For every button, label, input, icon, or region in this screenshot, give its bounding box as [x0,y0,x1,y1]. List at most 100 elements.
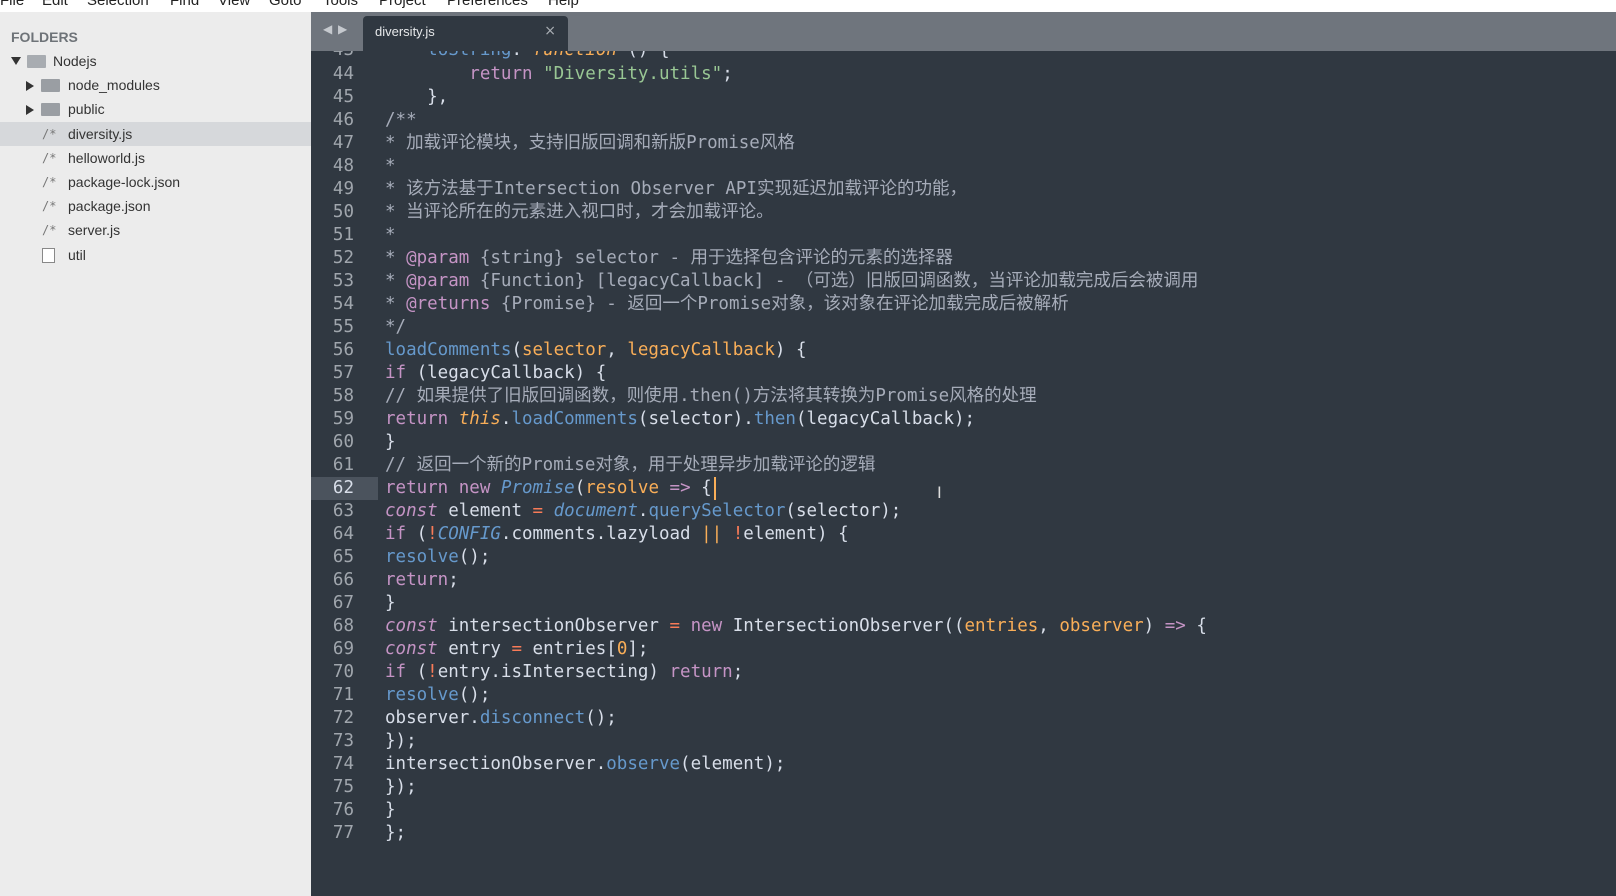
code-line: if (!entry.isIntersecting) return; [385,661,743,684]
folders-header: FOLDERS [11,29,78,45]
menu-project[interactable]: Project [379,0,426,9]
line-number: 45 [332,86,354,107]
code-token: (selector); [785,501,902,522]
line-number: 55 [332,316,354,337]
sidebar-item-package-json[interactable]: /* package.json [0,194,311,218]
line-number: 58 [332,385,354,406]
tab-nav-left-icon[interactable]: ◀ [323,22,332,36]
js-file-icon: /* [42,223,57,238]
code-token: new [458,478,491,499]
item-label: node_modules [68,77,160,94]
menu-selection[interactable]: Selection [87,0,149,9]
code-token: entries [964,616,1039,637]
sidebar-item-public[interactable]: public [0,97,311,121]
collapsed-arrow-icon[interactable] [26,81,34,92]
code-line: } [385,592,396,615]
sidebar-item-diversity-js[interactable]: /* diversity.js [0,121,311,146]
code-token: 0 [616,639,628,660]
code-line: return; [385,569,459,592]
tab-diversity-js[interactable]: diversity.js × [363,16,568,51]
code-token: * 当评论所在的元素进入视口时，才会加载评论。 [385,201,774,222]
line-number: 46 [332,109,354,130]
menu-goto[interactable]: Goto [269,0,302,9]
menu-find[interactable]: Find [170,0,199,9]
expand-arrow-icon[interactable] [11,57,21,65]
code-token: // 如果提供了旧版回调函数，则使用.then()方法将其转换为Promise风… [385,385,1037,406]
code-line: const element = document.querySelector(s… [385,500,901,523]
line-number: 56 [332,339,354,360]
menu-preferences[interactable]: Preferences [447,0,528,9]
code-token: // 返回一个新的Promise对象，用于处理异步加载评论的逻辑 [385,455,876,475]
code-token: . [500,408,512,429]
tab-label: diversity.js [375,24,435,39]
code-token: observe [606,754,681,775]
js-file-icon: /* [42,126,57,141]
line-number: 43 [311,51,381,62]
code-token: ; [448,570,459,591]
code-token: entry [437,639,512,660]
code-token: @returns [406,293,491,314]
code-token: } [385,593,396,614]
item-label: public [68,101,105,118]
line-number: 61 [332,455,354,475]
code-line: toString: function () { [385,51,669,62]
folder-open-icon [27,55,46,68]
code-token: disconnect [479,708,586,729]
code-token: @param [406,247,470,268]
code-token: IntersectionObserver(( [722,616,965,637]
code-token: if [385,524,407,545]
sidebar-item-server-js[interactable]: /* server.js [0,218,311,242]
sidebar-item-package-lock-json[interactable]: /* package-lock.json [0,170,311,194]
menu-file[interactable]: File [0,0,24,9]
line-number: 54 [332,293,354,314]
item-label: util [68,246,86,263]
line-number: 51 [332,224,354,245]
code-token: this [458,408,501,429]
sidebar-item-node-modules[interactable]: node_modules [0,73,311,97]
code-token: */ [385,316,407,337]
sidebar-item-nodejs[interactable]: Nodejs [0,49,311,73]
code-token: CONFIG [437,524,501,545]
code-token: entries[ [522,639,617,660]
code-line: * 当评论所在的元素进入视口时，才会加载评论。 [385,201,774,224]
collapsed-arrow-icon[interactable] [26,105,34,116]
menu-help[interactable]: Help [548,0,579,9]
line-number: 77 [332,823,354,844]
code-token: observer [1059,616,1144,637]
sidebar-item-helloworld-js[interactable]: /* helloworld.js [0,146,311,170]
code-token: ; [722,63,733,84]
code-token: * [385,224,396,245]
code-token: entry.isIntersecting) [437,662,670,683]
line-number: 62 [311,477,378,501]
code-token: .comments.lazyload [500,524,702,545]
tab-bar: ◀ ▶ diversity.js × [311,12,1616,51]
code-token: return [669,662,733,683]
line-number: 68 [332,616,354,637]
sidebar: FOLDERS Nodejs node_modulespublic /* divers… [0,12,311,896]
code-token: ( [511,339,522,360]
code-token: intersectionObserver [437,616,670,637]
code-token: resolve [385,547,459,568]
menu-tools[interactable]: Tools [323,0,358,9]
menu-bar: File Edit Selection Find View Goto Tools Projec… [0,0,1616,12]
line-number: 48 [332,155,354,176]
code-token: || [701,524,723,545]
code-token: {Function} [legacyCallback] - （可选）旧版回调函数… [469,270,1199,291]
code-token: (); [458,547,491,568]
menu-edit[interactable]: Edit [42,0,68,9]
code-token: (element); [680,754,786,775]
code-editor[interactable]: I 43 toString: function () {44 return "D… [311,51,1616,896]
menu-view[interactable]: View [218,0,250,9]
code-line: */ [385,316,406,339]
tab-nav-right-icon[interactable]: ▶ [338,22,347,36]
close-tab-icon[interactable]: × [544,23,556,39]
code-line: * @param {string} selector - 用于选择包含评论的元素… [385,247,953,270]
sidebar-item-util[interactable]: util [0,243,311,267]
code-line: resolve(); [385,684,490,707]
code-token: toString [427,51,511,60]
code-token: new [690,616,723,637]
item-label: package-lock.json [68,174,181,190]
